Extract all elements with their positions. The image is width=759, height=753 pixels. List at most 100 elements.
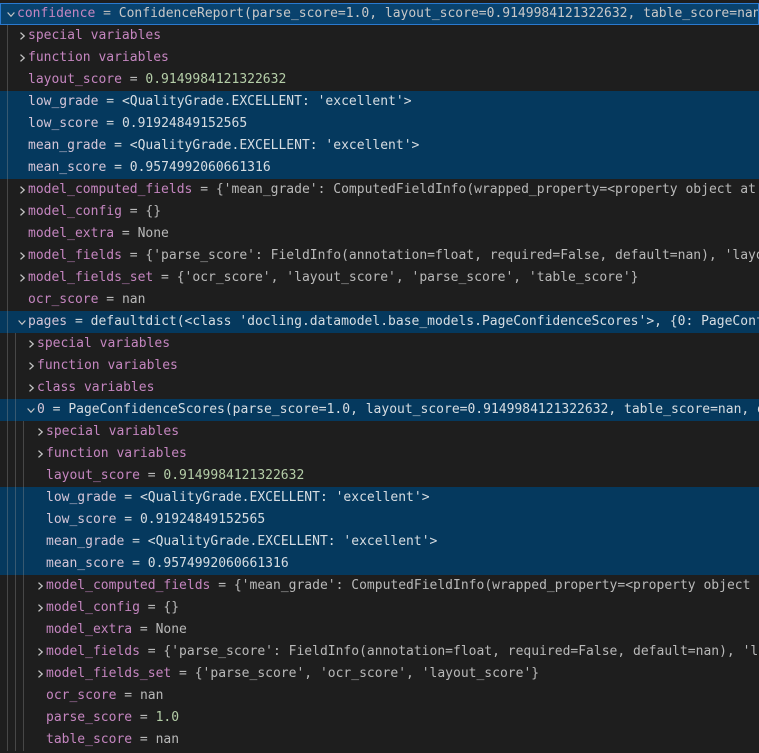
chevron-right-icon[interactable] (15, 179, 28, 201)
variable-row-mean-score[interactable]: mean_score = 0.9574992060661316 (0, 157, 759, 179)
variable-name: special variables (28, 25, 161, 47)
variable-value: 0.91924849152565 (122, 113, 247, 135)
variable-row-mean-score[interactable]: mean_score = 0.9574992060661316 (0, 553, 759, 575)
variable-row-model-config[interactable]: model_config = {} (0, 597, 759, 619)
chevron-right-icon[interactable] (24, 355, 37, 377)
variable-row-special-variables[interactable]: special variables (0, 333, 759, 355)
variable-row-layout-score[interactable]: layout_score = 0.9149984121322632 (0, 69, 759, 91)
variable-row-low-score[interactable]: low_score = 0.91924849152565 (0, 509, 759, 531)
chevron-right-icon[interactable] (33, 443, 46, 465)
chevron-right-icon[interactable] (33, 641, 46, 663)
variable-name: mean_score (28, 157, 106, 179)
variable-name: low_score (28, 113, 98, 135)
variable-row-special-variables[interactable]: special variables (0, 25, 759, 47)
equals-sign: = (122, 69, 145, 91)
equals-sign: = (171, 663, 194, 685)
variable-row-table-score[interactable]: table_score = nan (0, 729, 759, 751)
variable-row-low-grade[interactable]: low_grade = <QualityGrade.EXCELLENT: 'ex… (0, 91, 759, 113)
twisty-spacer (15, 91, 28, 113)
chevron-right-icon[interactable] (15, 201, 28, 223)
variable-row-mean-grade[interactable]: mean_grade = <QualityGrade.EXCELLENT: 'e… (0, 531, 759, 553)
variable-row-ocr-score[interactable]: ocr_score = nan (0, 685, 759, 707)
variable-row-model-fields-set[interactable]: model_fields_set = {'ocr_score', 'layout… (0, 267, 759, 289)
variable-row-low-score[interactable]: low_score = 0.91924849152565 (0, 113, 759, 135)
variable-name: ocr_score (46, 685, 116, 707)
chevron-down-icon[interactable] (4, 3, 17, 25)
variable-row-model-extra[interactable]: model_extra = None (0, 223, 759, 245)
variable-value: {'ocr_score', 'layout_score', 'parse_sco… (177, 267, 639, 289)
variable-name: model_extra (46, 619, 132, 641)
equals-sign: = (132, 619, 155, 641)
chevron-right-icon[interactable] (15, 25, 28, 47)
chevron-right-icon[interactable] (33, 575, 46, 597)
variable-name: layout_score (28, 69, 122, 91)
equals-sign: = (122, 245, 145, 267)
variable-row-model-computed-fields[interactable]: model_computed_fields = {'mean_grade': C… (0, 575, 759, 597)
variable-value: {'parse_score', 'ocr_score', 'layout_sco… (195, 663, 539, 685)
variable-value: 0.91924849152565 (140, 509, 265, 531)
chevron-right-icon[interactable] (33, 663, 46, 685)
variable-row-class-variables[interactable]: class variables (0, 377, 759, 399)
variable-name: model_computed_fields (46, 575, 210, 597)
variable-value: defaultdict(<class 'docling.datamodel.ba… (91, 311, 759, 333)
variable-row-model-fields[interactable]: model_fields = {'parse_score': FieldInfo… (0, 245, 759, 267)
variable-value: {} (163, 597, 179, 619)
variable-value: <QualityGrade.EXCELLENT: 'excellent'> (130, 135, 420, 157)
equals-sign: = (106, 135, 129, 157)
variable-name: confidence (17, 3, 95, 25)
variable-name: mean_grade (28, 135, 106, 157)
variable-row-confidence[interactable]: confidence = ConfidenceReport(parse_scor… (0, 3, 759, 25)
chevron-right-icon[interactable] (15, 245, 28, 267)
variable-name: model_config (28, 201, 122, 223)
variable-row-function-variables[interactable]: function variables (0, 443, 759, 465)
chevron-right-icon[interactable] (24, 333, 37, 355)
variable-row-function-variables[interactable]: function variables (0, 47, 759, 69)
equals-sign: = (210, 575, 233, 597)
variable-value: {'mean_grade': ComputedFieldInfo(wrapped… (216, 179, 759, 201)
twisty-spacer (33, 685, 46, 707)
variable-value: None (138, 223, 169, 245)
equals-sign: = (132, 729, 155, 751)
chevron-right-icon[interactable] (15, 267, 28, 289)
twisty-spacer (33, 729, 46, 751)
variable-value: <QualityGrade.EXCELLENT: 'excellent'> (140, 487, 430, 509)
variable-row-pages[interactable]: pages = defaultdict(<class 'docling.data… (0, 311, 759, 333)
chevron-right-icon[interactable] (33, 597, 46, 619)
variable-value: <QualityGrade.EXCELLENT: 'excellent'> (122, 91, 412, 113)
equals-sign: = (153, 267, 176, 289)
equals-sign: = (45, 399, 68, 421)
variable-name: mean_grade (46, 531, 124, 553)
variable-row-model-config[interactable]: model_config = {} (0, 201, 759, 223)
variable-row-model-computed-fields[interactable]: model_computed_fields = {'mean_grade': C… (0, 179, 759, 201)
chevron-right-icon[interactable] (15, 47, 28, 69)
chevron-down-icon[interactable] (15, 311, 28, 333)
variable-row-model-fields[interactable]: model_fields = {'parse_score': FieldInfo… (0, 641, 759, 663)
equals-sign: = (122, 201, 145, 223)
equals-sign: = (132, 707, 155, 729)
variable-name: 0 (37, 399, 45, 421)
variable-value: <QualityGrade.EXCELLENT: 'excellent'> (148, 531, 438, 553)
variable-row-0[interactable]: 0 = PageConfidenceScores(parse_score=1.0… (0, 399, 759, 421)
variable-row-model-extra[interactable]: model_extra = None (0, 619, 759, 641)
variable-value: ConfidenceReport(parse_score=1.0, layout… (119, 3, 759, 25)
chevron-down-icon[interactable] (24, 399, 37, 421)
variable-row-function-variables[interactable]: function variables (0, 355, 759, 377)
variable-row-parse-score[interactable]: parse_score = 1.0 (0, 707, 759, 729)
variable-name: ocr_score (28, 289, 98, 311)
variable-row-special-variables[interactable]: special variables (0, 421, 759, 443)
twisty-spacer (33, 707, 46, 729)
variable-row-model-fields-set[interactable]: model_fields_set = {'parse_score', 'ocr_… (0, 663, 759, 685)
variable-row-ocr-score[interactable]: ocr_score = nan (0, 289, 759, 311)
chevron-right-icon[interactable] (33, 421, 46, 443)
variable-value: 0.9149984121322632 (145, 69, 286, 91)
equals-sign: = (106, 157, 129, 179)
variable-row-low-grade[interactable]: low_grade = <QualityGrade.EXCELLENT: 'ex… (0, 487, 759, 509)
variable-value: 0.9149984121322632 (163, 465, 304, 487)
equals-sign: = (95, 3, 118, 25)
equals-sign: = (192, 179, 215, 201)
equals-sign: = (114, 223, 137, 245)
variable-row-layout-score[interactable]: layout_score = 0.9149984121322632 (0, 465, 759, 487)
variable-name: model_extra (28, 223, 114, 245)
chevron-right-icon[interactable] (24, 377, 37, 399)
variable-row-mean-grade[interactable]: mean_grade = <QualityGrade.EXCELLENT: 'e… (0, 135, 759, 157)
